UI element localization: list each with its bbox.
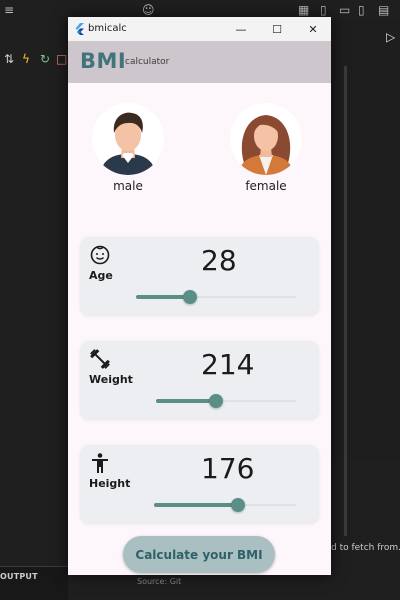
age-label: Age [89,269,113,282]
ide-panel-right-icon[interactable]: ▯ [358,3,365,17]
female-avatar [230,103,302,175]
ide-debug-toolbar: ⇅ ϟ ↻ □ [0,48,68,72]
window-title: bmicalc [88,23,127,34]
app-subtitle: calculator [125,57,170,67]
age-value: 28 [201,244,237,277]
output-panel-label[interactable]: OUTPUT [0,572,38,581]
height-slider[interactable] [154,498,296,512]
calculate-bmi-button[interactable]: Calculate your BMI [123,536,275,573]
main-content: male female Age 28 Weight 214 Height 176 [68,83,331,575]
maximize-button[interactable]: ☐ [259,17,295,41]
age-slider-fill [136,295,191,299]
window-titlebar[interactable]: bmicalc — ☐ ✕ [68,17,331,41]
age-slider-thumb[interactable] [183,290,198,304]
weight-slider-fill [156,399,217,403]
ide-scrollbar[interactable] [344,66,347,536]
maximize-icon: ☐ [272,22,282,36]
person-standing-icon [92,453,108,473]
height-value: 176 [201,452,255,485]
male-avatar-icon [100,112,156,175]
minimize-icon: — [235,22,247,36]
weight-value: 214 [201,348,255,381]
hot-reload-icon[interactable]: ϟ [22,52,30,66]
minimize-button[interactable]: — [223,17,259,41]
male-label: male [113,179,143,193]
female-label: female [245,179,287,193]
female-option[interactable]: female [226,103,306,193]
bmicalc-window: bmicalc — ☐ ✕ BMI calculator male female… [68,17,331,575]
weight-slider[interactable] [156,394,296,408]
male-avatar [92,103,164,175]
weight-card: Weight 214 [80,341,319,419]
female-avatar-icon [238,115,294,175]
ide-copilot-icon[interactable]: ☺ [142,3,155,17]
ide-layout-icon[interactable]: ▦ [298,3,309,17]
ide-customize-layout-icon[interactable]: ▤ [378,3,389,17]
close-icon: ✕ [308,22,318,36]
baby-face-icon [90,245,110,265]
app-brand: BMI [80,49,127,73]
height-label: Height [89,477,131,490]
dumbbell-icon [90,349,110,369]
weight-slider-thumb[interactable] [209,394,224,408]
male-option[interactable]: male [88,103,168,193]
run-icon[interactable]: ▷ [386,30,395,44]
calculate-bmi-label: Calculate your BMI [135,547,263,562]
step-over-icon[interactable]: ⇅ [4,52,14,66]
flutter-logo-icon [75,23,84,35]
stop-icon[interactable]: □ [56,52,67,66]
ide-editor-pane [331,20,400,460]
ide-panel-bottom-icon[interactable]: ▭ [339,3,350,17]
ide-menu-icon[interactable]: ≡ [4,3,14,17]
age-slider[interactable] [136,290,296,304]
weight-label: Weight [89,373,133,386]
height-card: Height 176 [80,445,319,523]
git-fetch-message: d to fetch from. [331,543,400,553]
notification-source: Source: Git [137,577,182,586]
height-slider-thumb[interactable] [230,498,245,512]
close-button[interactable]: ✕ [295,17,331,41]
ide-panel-left-icon[interactable]: ▯ [320,3,327,17]
restart-icon[interactable]: ↻ [40,52,50,66]
age-card: Age 28 [80,237,319,315]
app-bar: BMI calculator [68,41,331,83]
height-slider-fill [154,503,238,507]
